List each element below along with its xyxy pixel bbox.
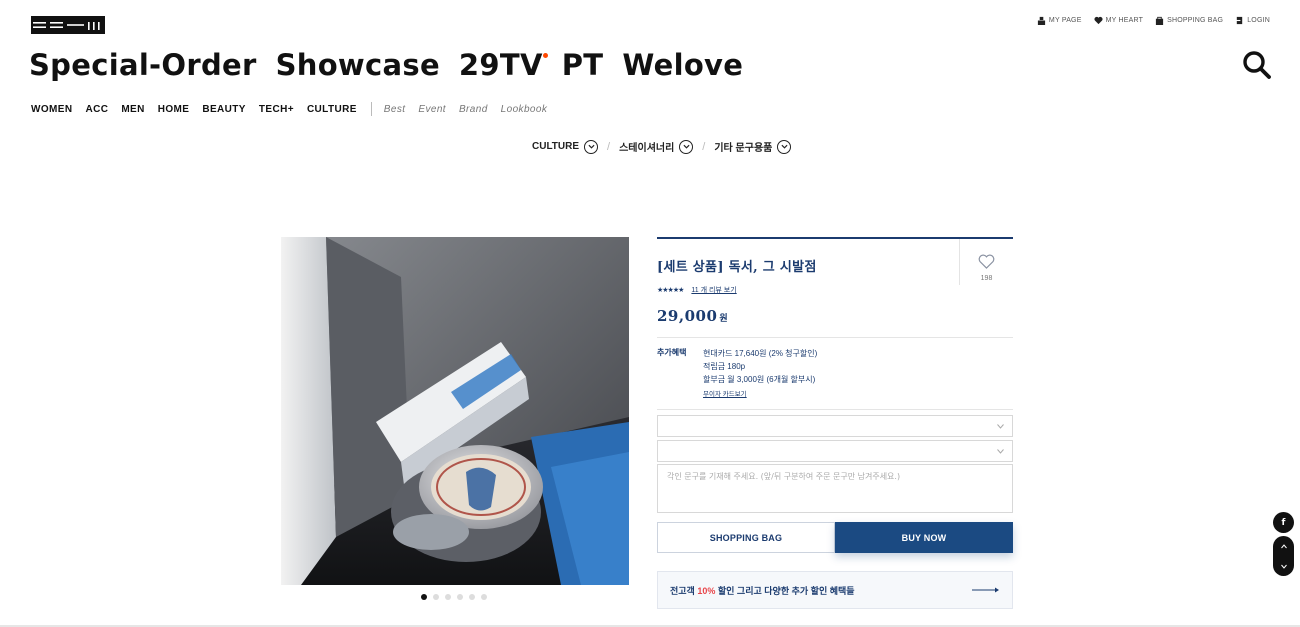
slide-dot[interactable]: [481, 594, 487, 600]
breadcrumb-separator: /: [607, 140, 611, 153]
review-row: ★★★★★ 11 개 리뷰 보기: [657, 285, 1013, 295]
breadcrumb-other-supplies[interactable]: 기타 문구용품: [714, 139, 792, 154]
cat-women[interactable]: WOMEN: [31, 104, 72, 115]
promo-highlight: 10%: [697, 585, 716, 596]
breadcrumb-separator: /: [702, 140, 706, 153]
discount-banner[interactable]: 전고객 10% 할인 그리고 다양한 추가 할인 혜택들: [657, 571, 1013, 609]
scroll-up-icon[interactable]: [1280, 543, 1287, 549]
nav-pt[interactable]: PT: [562, 48, 604, 82]
currency-unit: 원: [719, 314, 729, 324]
divider: [657, 337, 1013, 338]
user-icon: [1037, 16, 1046, 25]
benefits: 추가혜택 현대카드 17,640원 (2% 청구할인) 적립금 180p 할부금…: [657, 347, 1013, 401]
benefit-installment: 할부금 월 3,000원 (6개월 할부시): [703, 375, 816, 384]
breadcrumb-stationery-label: 스테이셔너리: [619, 143, 675, 154]
cat-culture[interactable]: CULTURE: [307, 104, 357, 115]
promo-prefix: 전고객: [670, 585, 698, 596]
nav-divider: [370, 102, 372, 116]
nav-welove[interactable]: Welove: [622, 48, 743, 82]
buy-now-button[interactable]: BUY NOW: [835, 522, 1013, 553]
promo-suffix: 할인 그리고 다양한 추가 할인 혜택들: [715, 585, 855, 596]
nav-29tv[interactable]: 29TV: [458, 48, 548, 82]
engraving-textarea[interactable]: 각인 문구를 기재해 주세요. (앞/뒤 구분하여 주문 문구만 남겨주세요.): [657, 464, 1013, 513]
chevron-down-icon: [584, 139, 599, 154]
product-photo-illustration: [281, 237, 629, 585]
link-event[interactable]: Event: [418, 104, 446, 115]
image-pagination: [421, 594, 487, 600]
slide-dot[interactable]: [421, 594, 427, 600]
nav-special-order[interactable]: Special-Order: [29, 48, 257, 82]
chevron-down-icon: [997, 449, 1004, 454]
arrow-right-icon: [972, 587, 999, 593]
heart-outline-icon: [978, 254, 995, 269]
product-title: [세트 상품] 독서, 그 시발점: [657, 260, 817, 275]
option-select-1[interactable]: [657, 415, 1013, 437]
my-heart-link[interactable]: MY HEART: [1094, 16, 1144, 25]
scroll-controls: [1273, 536, 1294, 576]
login-link[interactable]: LOGIN: [1235, 16, 1270, 25]
benefit-card-discount: 현대카드 17,640원 (2% 청구할인): [703, 349, 818, 358]
chevron-down-icon: [679, 139, 694, 154]
product-image[interactable]: [281, 237, 629, 585]
benefit-label: 추가혜택: [657, 348, 687, 357]
cat-home[interactable]: HOME: [158, 104, 190, 115]
title-row: [세트 상품] 독서, 그 시발점 198: [657, 239, 1013, 285]
my-page-label: MY PAGE: [1048, 17, 1082, 24]
breadcrumb-culture-label: CULTURE: [532, 141, 580, 152]
login-label: LOGIN: [1247, 17, 1270, 24]
slide-dot[interactable]: [445, 594, 451, 600]
breadcrumb-culture[interactable]: CULTURE: [532, 139, 599, 154]
like-button[interactable]: 198: [959, 239, 1013, 285]
login-icon: [1236, 16, 1243, 25]
chevron-down-icon: [777, 139, 792, 154]
facebook-share-button[interactable]: f: [1273, 512, 1294, 533]
cat-beauty[interactable]: BEAUTY: [202, 104, 246, 115]
price-value: 29,000: [657, 307, 718, 325]
shopping-bag-label: SHOPPING BAG: [1167, 17, 1224, 24]
site-logo[interactable]: [31, 16, 105, 34]
category-nav: WOMEN ACC MEN HOME BEAUTY TECH+ CULTURE …: [31, 102, 560, 116]
slide-dot[interactable]: [457, 594, 463, 600]
cat-men[interactable]: MEN: [121, 104, 144, 115]
like-count: 198: [980, 275, 993, 282]
link-lookbook[interactable]: Lookbook: [501, 104, 548, 115]
shopping-bag-button[interactable]: SHOPPING BAG: [657, 522, 835, 553]
card-info-link[interactable]: 무이자 카드보기: [703, 388, 817, 401]
breadcrumb-stationery[interactable]: 스테이셔너리: [619, 139, 694, 154]
utility-menu: MY PAGE MY HEART SHOPPING BAG LOGIN: [1037, 16, 1270, 25]
bag-icon: [1156, 16, 1164, 25]
main-nav: Special-Order Showcase 29TV PT Welove: [29, 48, 743, 82]
slide-dot[interactable]: [433, 594, 439, 600]
review-link[interactable]: 11 개 리뷰 보기: [691, 285, 736, 295]
heart-icon: [1094, 16, 1103, 25]
discount-text: 전고객 10% 할인 그리고 다양한 추가 할인 혜택들: [670, 584, 855, 597]
shopping-bag-link[interactable]: SHOPPING BAG: [1155, 16, 1223, 25]
price: 29,000 원: [657, 307, 1013, 325]
nav-showcase[interactable]: Showcase: [276, 48, 440, 82]
search-icon[interactable]: [1242, 50, 1272, 80]
link-brand[interactable]: Brand: [459, 104, 488, 115]
new-dot-badge: [542, 53, 548, 58]
divider: [657, 409, 1013, 410]
my-heart-label: MY HEART: [1105, 17, 1144, 24]
breadcrumb: CULTURE / 스테이셔너리 / 기타 문구용품: [532, 139, 792, 154]
slide-dot[interactable]: [469, 594, 475, 600]
scroll-down-icon[interactable]: [1280, 564, 1287, 569]
option-select-2[interactable]: [657, 440, 1013, 462]
cat-tech[interactable]: TECH+: [259, 104, 294, 115]
link-best[interactable]: Best: [384, 104, 406, 115]
chevron-down-icon: [997, 424, 1004, 429]
cat-acc[interactable]: ACC: [85, 104, 108, 115]
my-page-link[interactable]: MY PAGE: [1037, 16, 1082, 25]
product-info: [세트 상품] 독서, 그 시발점 198 ★★★★★ 11 개 리뷰 보기 2…: [657, 237, 1013, 410]
benefit-points: 적립금 180p: [703, 362, 746, 371]
nav-29tv-label: 29TV: [458, 48, 543, 82]
breadcrumb-other-label: 기타 문구용품: [714, 143, 773, 154]
rating-stars: ★★★★★: [657, 287, 684, 294]
